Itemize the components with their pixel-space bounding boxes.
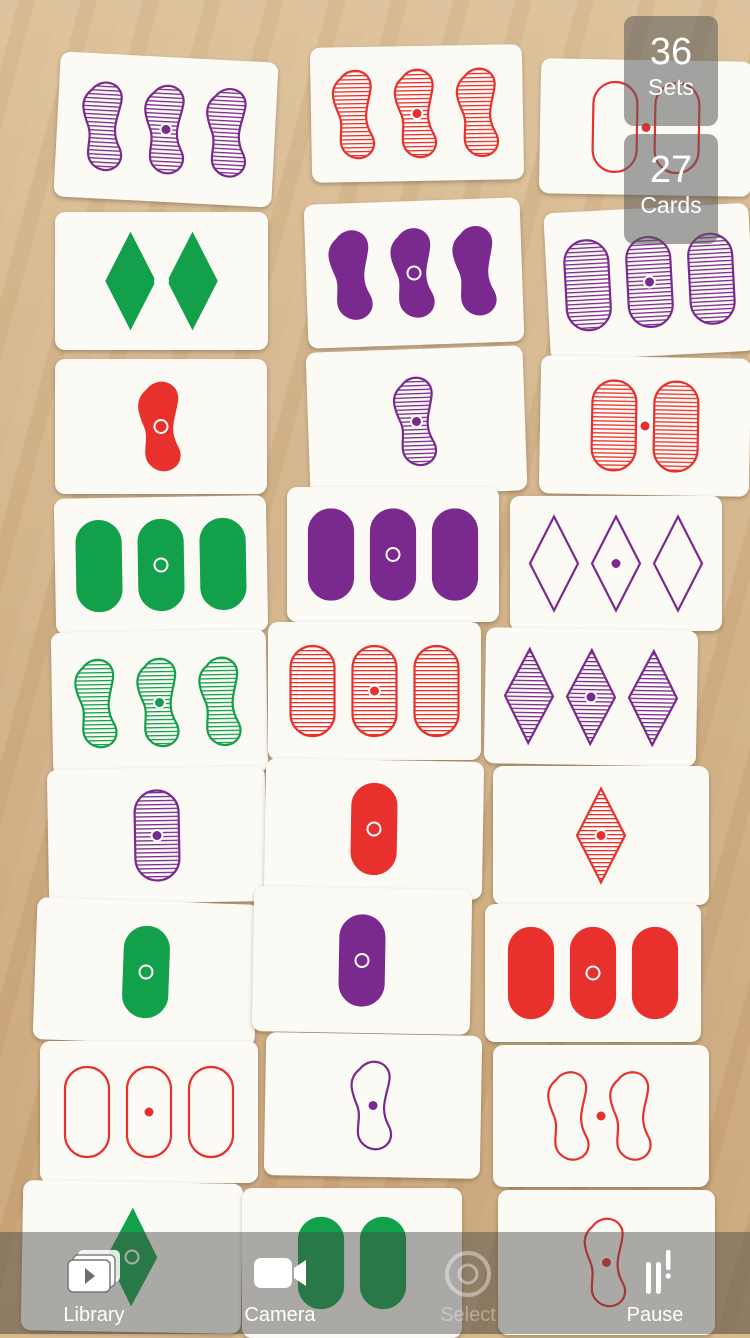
cards-counter: 27 Cards: [624, 134, 718, 244]
card-symbols: [350, 1060, 392, 1151]
detection-dot: [368, 684, 381, 698]
library-button[interactable]: Library: [29, 1232, 159, 1334]
set-card: [251, 886, 473, 1035]
select-label: Select: [440, 1304, 496, 1326]
camera-icon: [254, 1258, 306, 1288]
set-card: [263, 1032, 483, 1179]
card-symbols: [289, 644, 460, 738]
card-symbols: [328, 226, 497, 320]
card-symbols: [528, 514, 704, 613]
detection-dot: [142, 1105, 156, 1119]
card-symbols: [331, 67, 499, 160]
camera-button[interactable]: Camera: [215, 1232, 345, 1334]
card-symbols: [105, 231, 218, 331]
card-symbols: [75, 517, 247, 613]
target-icon: [445, 1251, 491, 1297]
card-symbols: [74, 656, 242, 749]
card-symbols: [547, 1071, 652, 1161]
set-card: [303, 197, 525, 349]
set-card: [268, 622, 481, 760]
set-card: [55, 359, 267, 494]
set-card: [510, 496, 722, 631]
set-card: [493, 766, 709, 905]
sets-label: Sets: [647, 74, 695, 100]
sets-counter: 36 Sets: [624, 16, 718, 126]
detection-dot: [150, 829, 164, 842]
cards-label: Cards: [640, 192, 702, 218]
card-symbols: [350, 782, 398, 876]
set-card: [55, 212, 268, 350]
select-button[interactable]: Select: [403, 1232, 533, 1334]
detection-dot: [594, 1109, 608, 1123]
card-symbols: [307, 508, 479, 601]
detection-dot: [638, 419, 652, 433]
set-card: [538, 355, 750, 497]
set-card: [46, 766, 268, 905]
set-card: [305, 345, 528, 498]
pause-icon: [646, 1250, 671, 1294]
detection-dot: [643, 275, 656, 289]
set-card: [493, 1045, 709, 1187]
pause-label: Pause: [626, 1304, 684, 1326]
sets-count: 36: [649, 31, 693, 73]
set-card: [287, 487, 499, 622]
detection-dot: [154, 273, 169, 289]
card-symbols: [392, 376, 438, 467]
detection-dot: [366, 1099, 380, 1112]
set-card: [40, 1041, 258, 1183]
card-symbols: [503, 646, 679, 748]
set-card: [309, 44, 525, 183]
card-symbols: [338, 914, 386, 1007]
detection-dot: [609, 557, 623, 570]
camera-label: Camera: [244, 1304, 316, 1326]
card-symbols: [122, 925, 170, 1019]
card-symbols: [575, 786, 627, 885]
pause-button[interactable]: Pause: [590, 1232, 720, 1334]
detection-dot: [410, 415, 423, 428]
detection-dot: [410, 107, 424, 120]
detection-dot: [584, 690, 598, 704]
detection-dot: [153, 696, 166, 709]
cards-count: 27: [649, 149, 693, 191]
library-icon: [67, 1250, 120, 1293]
set-card: [50, 629, 269, 776]
set-card: [263, 758, 485, 900]
set-card: [53, 51, 279, 208]
card-symbols: [138, 381, 181, 472]
card-symbols: [133, 789, 181, 882]
detection-dot: [594, 829, 608, 842]
card-symbols: [590, 379, 700, 473]
detection-dot: [159, 123, 173, 136]
set-card: [32, 897, 260, 1047]
card-symbols: [82, 81, 247, 178]
set-card: [483, 627, 699, 767]
card-symbols: [63, 1065, 235, 1159]
set-card: [53, 495, 269, 635]
set-card: [485, 904, 701, 1042]
card-symbols: [507, 926, 679, 1020]
library-label: Library: [63, 1304, 125, 1326]
